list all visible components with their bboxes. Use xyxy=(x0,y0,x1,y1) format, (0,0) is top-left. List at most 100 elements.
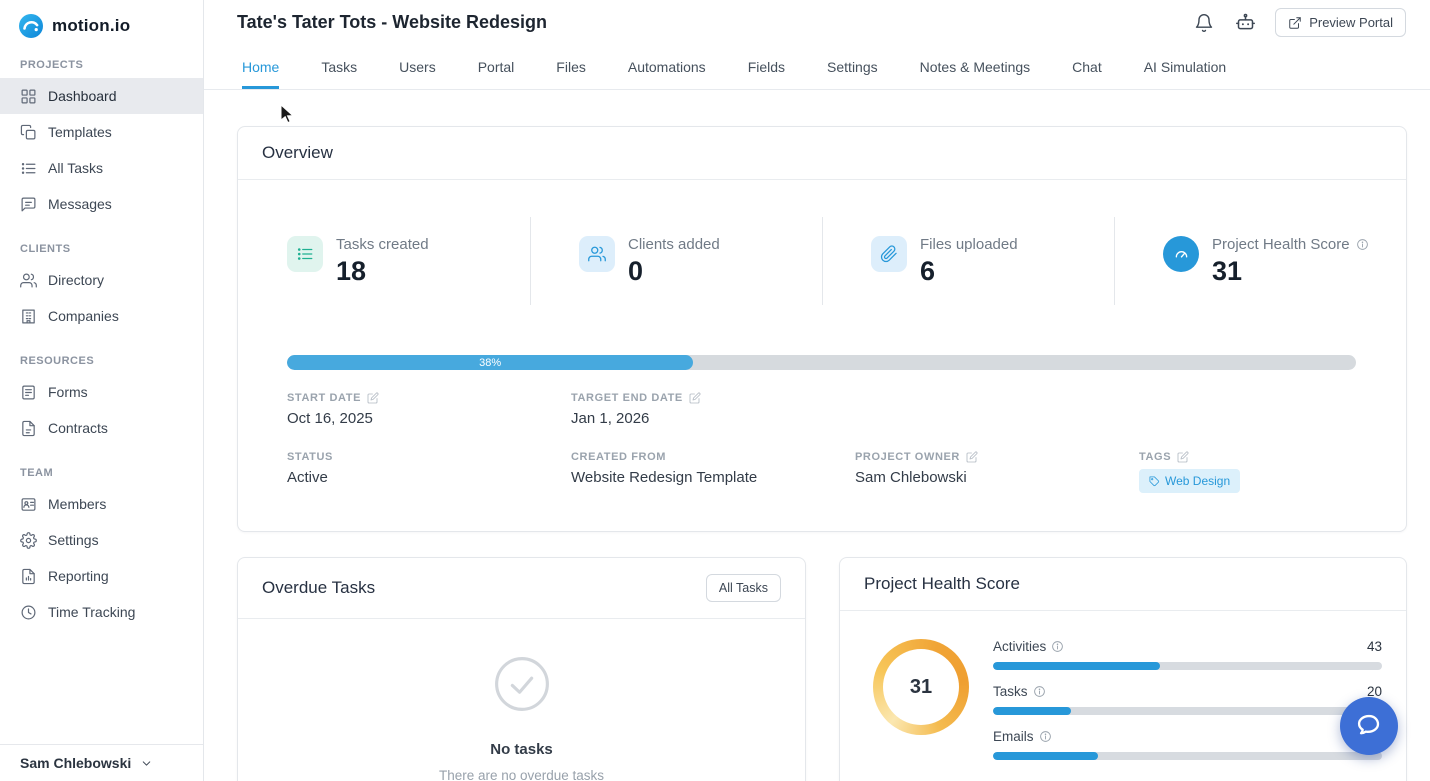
all-tasks-button[interactable]: All Tasks xyxy=(705,574,781,602)
overdue-tasks-title: Overdue Tasks xyxy=(262,578,376,597)
empty-subtitle: There are no overdue tasks xyxy=(438,768,605,781)
clients-icon xyxy=(579,236,615,272)
id-card-icon xyxy=(20,496,37,513)
overview-card: Overview Tasks created 18 Clients added … xyxy=(237,126,1407,532)
project-progress-bar: 38% xyxy=(287,355,1356,370)
tab-automations[interactable]: Automations xyxy=(628,45,706,89)
field-status: STATUS Active xyxy=(287,451,571,493)
user-menu[interactable]: Sam Chlebowski xyxy=(0,744,203,781)
templates-icon xyxy=(20,124,37,141)
building-icon xyxy=(20,308,37,325)
tab-home[interactable]: Home xyxy=(242,45,280,89)
tab-bar: Home Tasks Users Portal Files Automation… xyxy=(204,45,1430,90)
field-tags: TAGS Web Design xyxy=(1139,451,1382,493)
check-circle-icon xyxy=(493,655,551,713)
edit-icon[interactable] xyxy=(367,392,379,404)
metric-tasks: Tasks 20 xyxy=(993,684,1382,715)
sidebar-item-forms[interactable]: Forms xyxy=(0,374,203,410)
info-icon[interactable] xyxy=(1356,238,1369,251)
health-score-value: 31 xyxy=(909,675,933,698)
tab-notes-meetings[interactable]: Notes & Meetings xyxy=(920,45,1031,89)
sidebar-item-label: Messages xyxy=(48,196,112,212)
ai-assistant-button[interactable] xyxy=(1233,10,1258,35)
project-health-card: Project Health Score 31 Activities 43 Ta… xyxy=(839,557,1407,781)
external-link-icon xyxy=(1288,16,1302,30)
tasks-list-icon xyxy=(287,236,323,272)
tab-chat[interactable]: Chat xyxy=(1072,45,1102,89)
section-projects: PROJECTS xyxy=(20,59,84,71)
sidebar-item-directory[interactable]: Directory xyxy=(0,262,203,298)
sidebar-item-all-tasks[interactable]: All Tasks xyxy=(0,150,203,186)
sidebar-item-label: Templates xyxy=(48,124,112,140)
sidebar-item-label: Directory xyxy=(48,272,105,288)
tab-ai-simulation[interactable]: AI Simulation xyxy=(1144,45,1226,89)
gauge-icon xyxy=(1163,236,1199,272)
page-title: Tate's Tater Tots - Website Redesign xyxy=(237,12,548,32)
sidebar-item-label: Members xyxy=(48,496,107,512)
stat-label: Project Health Score xyxy=(1212,236,1350,253)
sidebar-item-templates[interactable]: Templates xyxy=(0,114,203,150)
brand-logo[interactable]: motion.io xyxy=(0,0,203,49)
tag-icon xyxy=(1149,476,1160,487)
target-end-date-value: Jan 1, 2026 xyxy=(571,410,650,427)
metric-emails: Emails 27 xyxy=(993,729,1382,760)
progress-percent-label: 38% xyxy=(479,356,502,369)
sidebar-item-label: Contracts xyxy=(48,420,108,436)
paperclip-icon xyxy=(871,236,907,272)
sidebar-item-members[interactable]: Members xyxy=(0,486,203,522)
info-icon[interactable] xyxy=(1039,730,1052,743)
tab-users[interactable]: Users xyxy=(399,45,436,89)
health-score-ring: 31 xyxy=(873,639,969,735)
clock-icon xyxy=(20,604,37,621)
chat-widget-button[interactable] xyxy=(1340,697,1398,755)
tab-tasks[interactable]: Tasks xyxy=(321,45,357,89)
sidebar-item-reporting[interactable]: Reporting xyxy=(0,558,203,594)
stat-value: 31 xyxy=(1212,256,1243,286)
main-area: Tate's Tater Tots - Website Redesign Pre… xyxy=(204,0,1430,781)
sidebar-item-label: Time Tracking xyxy=(48,604,136,620)
created-from-value: Website Redesign Template xyxy=(571,469,758,486)
edit-icon[interactable] xyxy=(689,392,701,404)
stat-clients-added: Clients added 0 xyxy=(530,180,822,307)
stat-value: 0 xyxy=(628,256,644,286)
sidebar-item-contracts[interactable]: Contracts xyxy=(0,410,203,446)
sidebar-item-messages[interactable]: Messages xyxy=(0,186,203,222)
empty-title: No tasks xyxy=(490,741,553,758)
document-icon xyxy=(20,420,37,437)
overview-stats: Tasks created 18 Clients added 0 Files u… xyxy=(238,180,1406,307)
sidebar-item-label: Forms xyxy=(48,384,88,400)
stat-value: 6 xyxy=(920,256,936,286)
preview-portal-label: Preview Portal xyxy=(1309,15,1393,30)
notifications-button[interactable] xyxy=(1192,11,1216,35)
field-target-end-date: TARGET END DATE Jan 1, 2026 xyxy=(571,392,855,427)
messages-icon xyxy=(20,196,37,213)
users-icon xyxy=(20,272,37,289)
stat-label: Tasks created xyxy=(336,236,429,253)
tab-settings[interactable]: Settings xyxy=(827,45,878,89)
sidebar-item-label: Settings xyxy=(48,532,99,548)
sidebar-item-companies[interactable]: Companies xyxy=(0,298,203,334)
tab-files[interactable]: Files xyxy=(556,45,586,89)
sidebar-item-settings[interactable]: Settings xyxy=(0,522,203,558)
tab-fields[interactable]: Fields xyxy=(748,45,785,89)
status-value: Active xyxy=(287,469,328,486)
stat-health-score: Project Health Score 31 xyxy=(1114,180,1406,307)
overview-fields: START DATE Oct 16, 2025 TARGET END DATE … xyxy=(287,392,1382,493)
brand-name: motion.io xyxy=(52,16,131,35)
field-project-owner: PROJECT OWNER Sam Chlebowski xyxy=(855,451,1139,493)
metric-activities: Activities 43 xyxy=(993,639,1382,670)
tab-portal[interactable]: Portal xyxy=(478,45,515,89)
tag-web-design[interactable]: Web Design xyxy=(1139,469,1241,493)
edit-icon[interactable] xyxy=(1177,451,1189,463)
stat-files-uploaded: Files uploaded 6 xyxy=(822,180,1114,307)
chat-bubble-icon xyxy=(1355,712,1383,740)
preview-portal-button[interactable]: Preview Portal xyxy=(1275,8,1406,37)
info-icon[interactable] xyxy=(1051,640,1064,653)
edit-icon[interactable] xyxy=(966,451,978,463)
sidebar-item-time-tracking[interactable]: Time Tracking xyxy=(0,594,203,630)
overview-title: Overview xyxy=(262,143,333,162)
info-icon[interactable] xyxy=(1033,685,1046,698)
tag-label: Web Design xyxy=(1165,474,1231,488)
sidebar-item-dashboard[interactable]: Dashboard xyxy=(0,78,203,114)
sidebar-nav: PROJECTS Dashboard Templates All Tasks M… xyxy=(0,49,203,744)
